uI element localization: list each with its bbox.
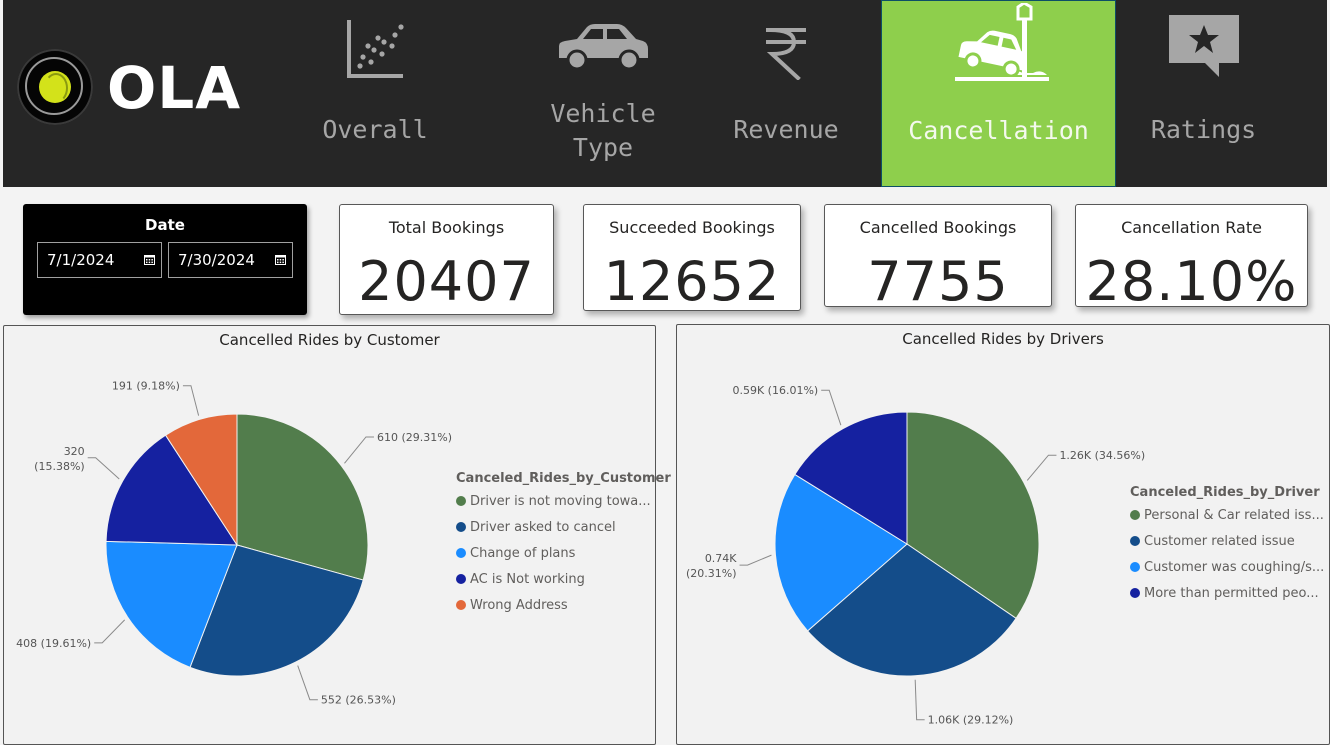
scatter-chart-icon xyxy=(347,20,404,78)
start-date-value: 7/1/2024 xyxy=(47,251,115,269)
nav-tab-ratings-label: Ratings xyxy=(1150,115,1257,144)
date-filter-card: Date 7/1/2024 7/30/2024 xyxy=(23,204,307,315)
nav-tab-ratings[interactable]: Ratings xyxy=(1121,0,1286,187)
car-crash-icon xyxy=(954,3,1049,81)
kpi-cancellation-rate: Cancellation Rate 28.10% xyxy=(1075,204,1308,313)
legend-label: Driver asked to cancel xyxy=(470,520,616,535)
data-label: 0.74K (20.31%) xyxy=(686,552,737,580)
legend-item[interactable]: Personal & Car related iss... xyxy=(1130,506,1324,532)
legend-swatch xyxy=(456,548,466,558)
chart-legend: Canceled_Rides_by_Customer Driver is not… xyxy=(456,471,671,622)
kpi-value: 20407 xyxy=(358,250,535,313)
legend-swatch xyxy=(1130,510,1140,520)
legend-label: Customer was coughing/s... xyxy=(1144,560,1325,575)
kpi-label: Total Bookings xyxy=(388,218,505,237)
kpi-label: Succeeded Bookings xyxy=(609,218,775,237)
kpi-label: Cancellation Rate xyxy=(1121,218,1262,237)
legend-swatch xyxy=(1130,536,1140,546)
legend-swatch xyxy=(1130,562,1140,572)
kpi-succeeded-bookings: Succeeded Bookings 12652 xyxy=(583,204,801,313)
legend-item[interactable]: Change of plans xyxy=(456,544,671,570)
customer-cancellations-panel: Cancelled Rides by Customer 610 (29.31%)… xyxy=(3,325,671,745)
car-icon xyxy=(559,24,648,71)
star-comment-icon xyxy=(1168,15,1239,77)
legend-item[interactable]: Driver asked to cancel xyxy=(456,518,671,544)
legend-swatch xyxy=(456,496,466,506)
nav-tab-revenue[interactable]: Revenue xyxy=(705,0,867,187)
legend-title: Canceled_Rides_by_Customer xyxy=(456,471,671,486)
data-label: 1.26K (34.56%) xyxy=(1059,449,1145,462)
chart-legend: Canceled_Rides_by_Driver Personal & Car … xyxy=(1130,485,1324,610)
kpi-total-bookings: Total Bookings 20407 xyxy=(339,204,554,315)
legend-label: Wrong Address xyxy=(470,598,568,613)
legend-swatch xyxy=(456,522,466,532)
data-label: 408 (19.61%) xyxy=(16,637,91,650)
label-leader-line xyxy=(739,554,772,566)
data-label: 191 (9.18%) xyxy=(112,380,180,393)
label-leader-line xyxy=(87,457,120,480)
legend-label: More than permitted peo... xyxy=(1144,586,1319,601)
nav-tab-revenue-label: Revenue xyxy=(733,115,839,144)
label-leader-line xyxy=(182,385,200,416)
nav-tab-cancellation-label: Cancellation xyxy=(908,116,1089,145)
driver-cancellations-panel: Cancelled Rides by Drivers 1.26K (34.56%… xyxy=(676,324,1330,745)
data-label: 320 (15.38%) xyxy=(34,445,85,473)
nav-tab-vehicle-type-label: Vehicle Type xyxy=(518,97,688,165)
calendar-icon[interactable] xyxy=(144,254,155,265)
legend-label: Change of plans xyxy=(470,546,576,561)
label-leader-line xyxy=(297,665,318,701)
label-leader-line xyxy=(821,389,842,426)
label-leader-line xyxy=(914,679,925,721)
legend-label: Driver is not moving towa... xyxy=(470,494,651,509)
date-filter-title: Date xyxy=(145,216,185,234)
nav-tab-overall-label: Overall xyxy=(322,115,428,144)
end-date-input[interactable]: 7/30/2024 xyxy=(168,242,293,278)
nav-tab-cancellation[interactable]: Cancellation xyxy=(881,0,1116,187)
label-leader-line xyxy=(94,619,126,644)
legend-item[interactable]: Customer was coughing/s... xyxy=(1130,558,1324,584)
legend-item[interactable]: Driver is not moving towa... xyxy=(456,492,671,518)
calendar-icon[interactable] xyxy=(275,254,286,265)
data-label: 1.06K (29.12%) xyxy=(928,714,1014,727)
legend-item[interactable]: More than permitted peo... xyxy=(1130,584,1324,610)
legend-item[interactable]: Customer related issue xyxy=(1130,532,1324,558)
label-leader-line xyxy=(1026,454,1057,481)
legend-label: Customer related issue xyxy=(1144,534,1295,549)
legend-label: Personal & Car related iss... xyxy=(1144,508,1324,523)
label-leader-line xyxy=(344,436,374,464)
nav-tab-overall[interactable]: Overall xyxy=(290,0,460,187)
data-label: 552 (26.53%) xyxy=(321,694,396,707)
end-date-value: 7/30/2024 xyxy=(178,251,255,269)
nav-tab-vehicle-type-text: Vehicle Type xyxy=(550,99,656,162)
legend-swatch xyxy=(456,574,466,584)
legend-swatch xyxy=(1130,588,1140,598)
start-date-input[interactable]: 7/1/2024 xyxy=(37,242,162,278)
kpi-value: 7755 xyxy=(867,250,1009,313)
legend-title: Canceled_Rides_by_Driver xyxy=(1130,485,1320,500)
kpi-cancelled-bookings: Cancelled Bookings 7755 xyxy=(824,204,1052,313)
ola-logo-icon xyxy=(17,49,93,125)
kpi-label: Cancelled Bookings xyxy=(859,218,1017,237)
legend-swatch xyxy=(456,600,466,610)
rupee-icon xyxy=(766,27,806,80)
data-label: 0.59K (16.01%) xyxy=(732,384,818,397)
legend-label: AC is Not working xyxy=(470,572,585,587)
nav-tab-vehicle-type[interactable]: Vehicle Type xyxy=(518,0,688,187)
legend-item[interactable]: Wrong Address xyxy=(456,596,671,622)
top-nav-bar: OLA Overall Vehicle Type Revenue Cancell… xyxy=(3,0,1327,187)
kpi-value: 12652 xyxy=(603,250,781,313)
legend-item[interactable]: AC is Not working xyxy=(456,570,671,596)
brand-logo-text: OLA xyxy=(107,54,242,122)
data-label: 610 (29.31%) xyxy=(377,431,452,444)
kpi-value: 28.10% xyxy=(1085,250,1298,313)
